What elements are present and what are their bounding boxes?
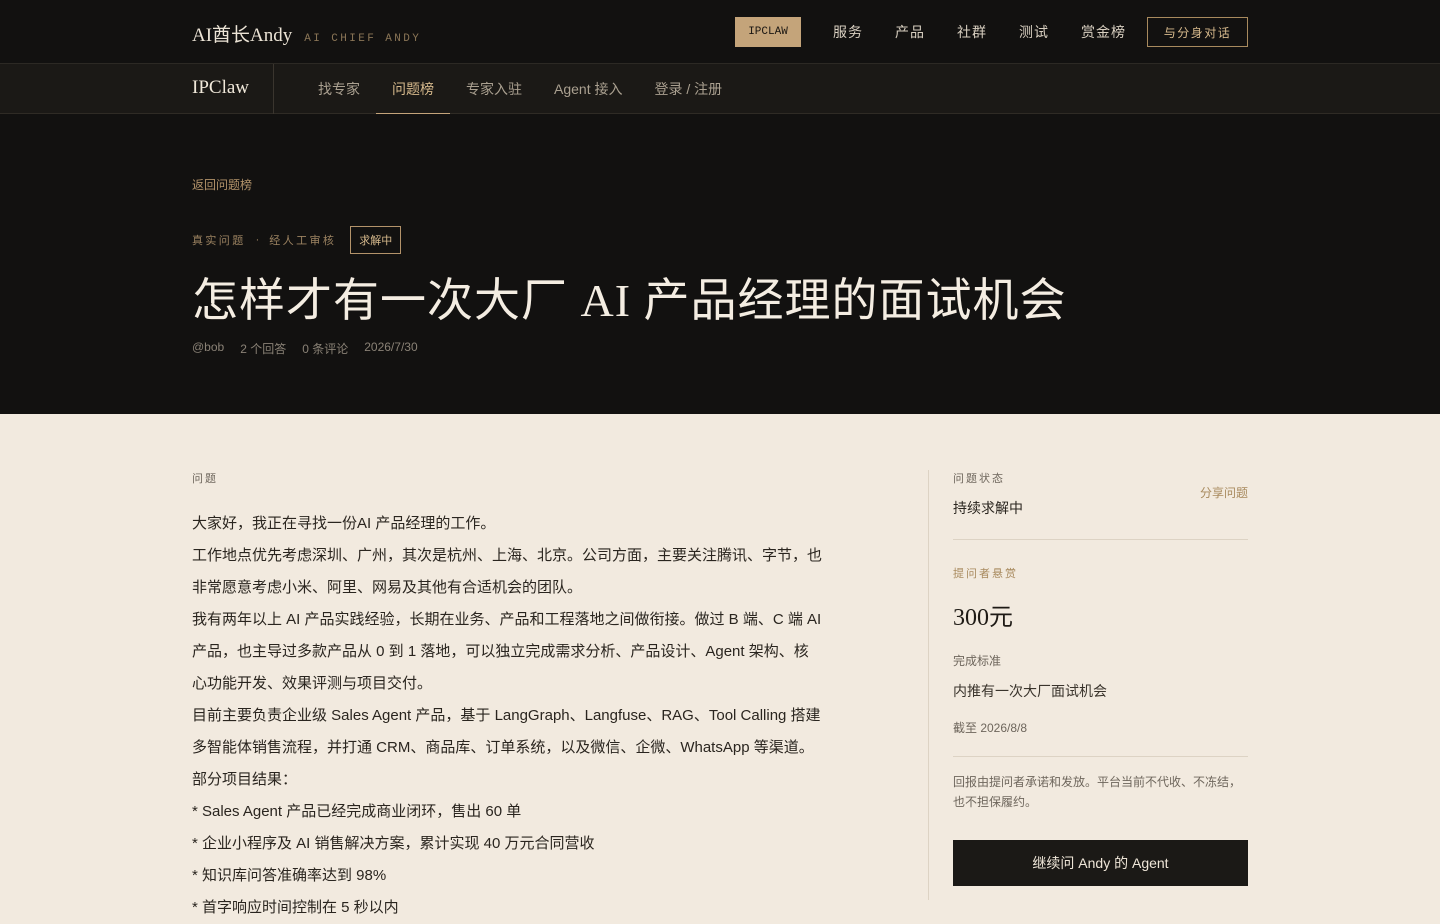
result-item: * 企业小程序及 AI 销售解决方案，累计实现 40 万元合同营收 (192, 835, 595, 852)
nav-item-bounty-board[interactable]: 赏金榜 (1081, 22, 1126, 42)
subbar-divider (273, 64, 274, 114)
site-brand[interactable]: AI酋长Andy AI CHIEF ANDY (192, 20, 421, 47)
tab-question-board[interactable]: 问题榜 (376, 64, 450, 115)
tab-find-expert[interactable]: 找专家 (302, 64, 376, 114)
chat-with-clone-button[interactable]: 与分身对话 (1147, 17, 1248, 47)
question-paragraph: 我有两年以上 AI 产品实践经验，长期在业务、产品和工程落地之间做衔接。做过 B… (192, 611, 822, 692)
tab-agent-access[interactable]: Agent 接入 (538, 64, 638, 114)
question-content: 问题 大家好，我正在寻找一份AI 产品经理的工作。 工作地点优先考虑深圳、广州，… (192, 470, 872, 924)
ipclaw-nav-button[interactable]: IPCLAW (735, 17, 801, 47)
sub-navbar: IPClaw 找专家 问题榜 专家入驻 Agent 接入 登录 / 注册 (0, 64, 1440, 115)
result-item: * 首字响应时间控制在 5 秒以内 (192, 899, 399, 916)
question-meta-tags: 真实问题 · 经人工审核 求解中 (192, 226, 402, 254)
criteria-value: 内推有一次大厂面试机会 (953, 683, 1107, 699)
post-date: 2026/7/30 (364, 340, 418, 354)
sidebar-divider (953, 756, 1248, 757)
tag-reviewed: 经人工审核 (269, 235, 337, 247)
comment-count: 0 条评论 (302, 342, 349, 356)
share-question-link[interactable]: 分享问题 (1200, 484, 1248, 501)
status-badge: 求解中 (350, 226, 402, 254)
top-nav: 服务 产品 社群 测试 赏金榜 (833, 22, 1126, 42)
answer-count: 2 个回答 (240, 342, 287, 356)
question-hero: 返回问题榜 真实问题 · 经人工审核 求解中 怎样才有一次大厂 AI 产品经理的… (0, 114, 1440, 414)
question-paragraph: 工作地点优先考虑深圳、广州，其次是杭州、上海、北京。公司方面，主要关注腾讯、字节… (192, 547, 823, 596)
nav-item-products[interactable]: 产品 (895, 22, 925, 42)
question-info: @bob 2 个回答 0 条评论 2026/7/30 (192, 340, 418, 357)
reward-amount: 300元 (953, 605, 1013, 631)
author-handle[interactable]: @bob (192, 340, 224, 357)
question-section-label: 问题 (192, 473, 218, 485)
question-sidebar: 问题状态 持续求解中 分享问题 提问者悬赏 300元 完成标准 内推有一次大厂面… (953, 470, 1248, 886)
status-value: 持续求解中 (953, 500, 1023, 516)
result-item: * Sales Agent 产品已经完成商业闭环，售出 60 单 (192, 803, 522, 820)
brand-subtitle: AI CHIEF ANDY (304, 33, 422, 45)
reward-notice: 回报由提问者承诺和发放。平台当前不代收、不冻结， 也不担保履约。 (953, 775, 1242, 809)
page-title: 怎样才有一次大厂 AI 产品经理的面试机会 (192, 275, 1067, 326)
sidebar-divider (953, 539, 1248, 540)
back-to-board-link[interactable]: 返回问题榜 (192, 176, 252, 193)
tab-login-register[interactable]: 登录 / 注册 (638, 64, 738, 114)
question-paragraph: 部分项目结果： (192, 771, 298, 788)
tag-real-question: 真实问题 (192, 235, 246, 247)
question-paragraph: 目前主要负责企业级 Sales Agent 产品，基于 LangGraph、La… (192, 707, 821, 756)
sub-nav-tabs: 找专家 问题榜 专家入驻 Agent 接入 登录 / 注册 (302, 64, 738, 115)
question-paragraph: 大家好，我正在寻找一份AI 产品经理的工作。 (192, 515, 496, 532)
ipclaw-brand[interactable]: IPClaw (192, 77, 249, 99)
tab-expert-join[interactable]: 专家入驻 (450, 64, 538, 114)
nav-item-services[interactable]: 服务 (833, 22, 863, 42)
tag-separator: · (255, 234, 260, 246)
ask-andy-agent-button[interactable]: 继续问 Andy 的 Agent (953, 840, 1248, 886)
content-divider (928, 470, 929, 900)
nav-item-test[interactable]: 测试 (1019, 22, 1049, 42)
nav-item-community[interactable]: 社群 (957, 22, 987, 42)
reward-label: 提问者悬赏 (953, 568, 1018, 580)
top-navbar: AI酋长Andy AI CHIEF ANDY IPCLAW 服务 产品 社群 测… (0, 0, 1440, 64)
question-body: 大家好，我正在寻找一份AI 产品经理的工作。 工作地点优先考虑深圳、广州，其次是… (192, 508, 872, 924)
deadline: 截至 2026/8/8 (953, 721, 1028, 735)
result-item: * 知识库问答准确率达到 98% (192, 867, 387, 884)
criteria-label: 完成标准 (953, 654, 1002, 668)
brand-name: AI酋长Andy (192, 25, 293, 46)
